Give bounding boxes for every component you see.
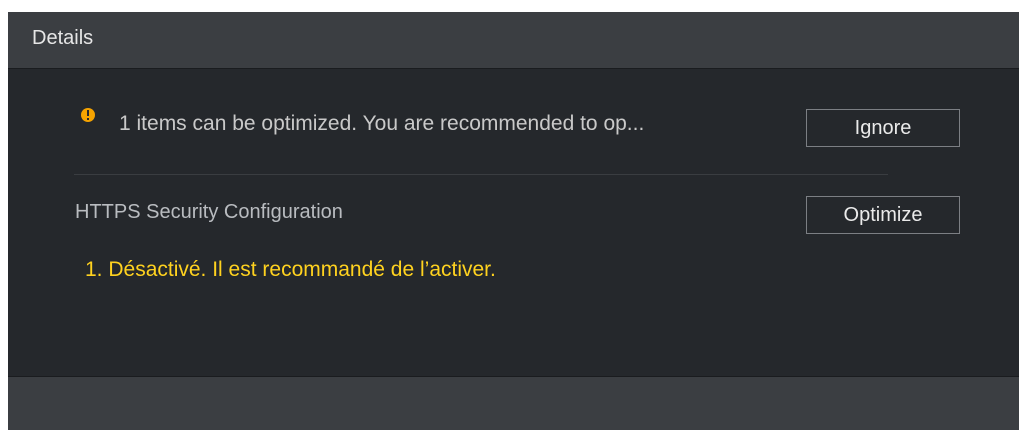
dialog-footer (8, 376, 1019, 430)
warning-icon (81, 108, 95, 122)
ignore-button[interactable]: Ignore (806, 109, 960, 147)
item-name-https-security: HTTPS Security Configuration (75, 201, 343, 223)
item-detail-text: 1. Désactivé. Il est recommandé de l’act… (85, 258, 496, 281)
optimize-button[interactable]: Optimize (806, 196, 960, 234)
dialog-titlebar: Details (8, 12, 1019, 69)
details-dialog: Details 1 items can be optimized. You ar… (8, 12, 1019, 430)
divider (74, 174, 888, 175)
optimization-summary: 1 items can be optimized. You are recomm… (119, 112, 645, 135)
dialog-title: Details (32, 27, 94, 49)
